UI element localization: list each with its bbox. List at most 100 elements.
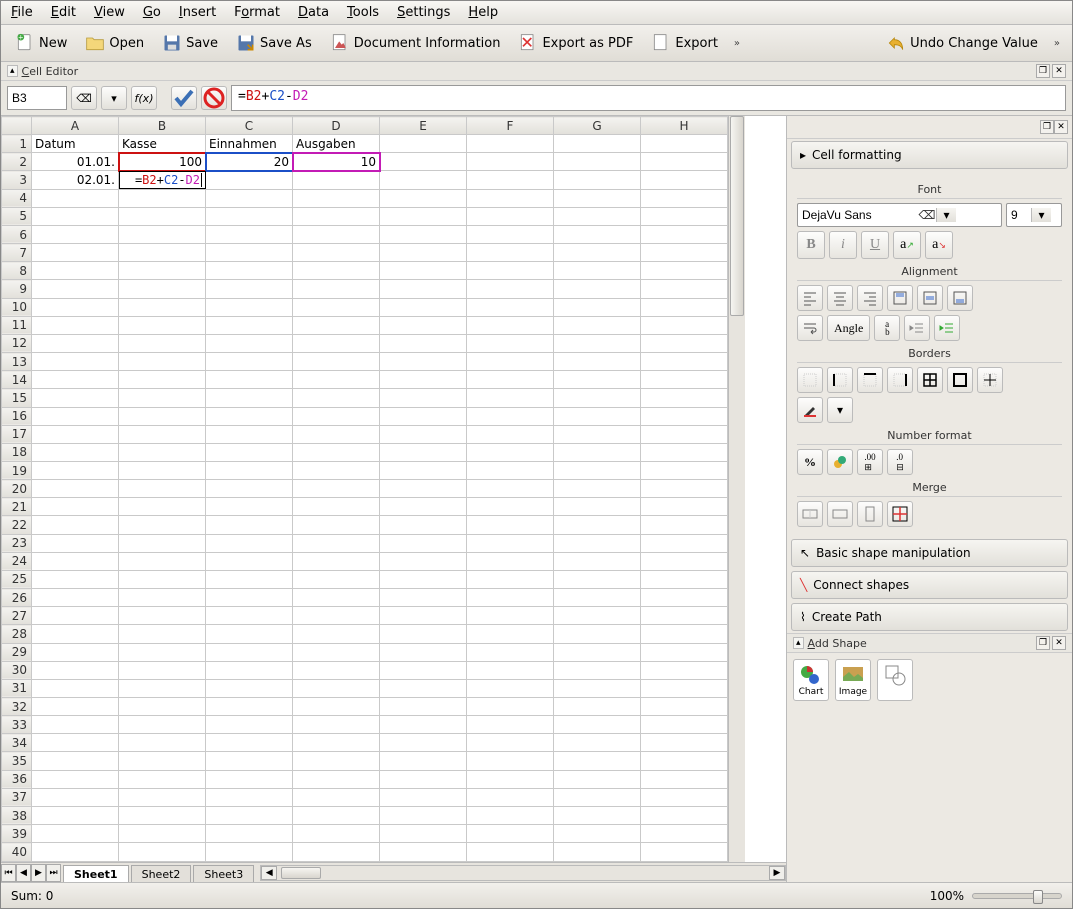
italic-button[interactable]: i (829, 231, 857, 259)
cell-D3[interactable] (293, 171, 380, 189)
cellref-dropdown-button[interactable]: ▾ (101, 86, 127, 110)
col-header-C[interactable]: C (206, 117, 293, 135)
row-header-7[interactable]: 7 (2, 244, 32, 262)
border-all-button[interactable] (917, 367, 943, 393)
cell-F29[interactable] (467, 643, 554, 661)
sidebar-close-icon[interactable]: ✕ (1054, 120, 1068, 134)
col-header-G[interactable]: G (554, 117, 641, 135)
cell-F10[interactable] (467, 298, 554, 316)
cell-C39[interactable] (206, 825, 293, 843)
cell-B30[interactable] (119, 661, 206, 679)
cell-F32[interactable] (467, 698, 554, 716)
cell-A11[interactable] (32, 316, 119, 334)
cell-H25[interactable] (641, 570, 728, 588)
cell-E27[interactable] (380, 607, 467, 625)
row-header-5[interactable]: 5 (2, 207, 32, 225)
cell-E13[interactable] (380, 353, 467, 371)
sheet-tab-sheet1[interactable]: Sheet1 (63, 865, 129, 883)
cell-B38[interactable] (119, 806, 206, 824)
cell-H28[interactable] (641, 625, 728, 643)
save-button[interactable]: Save (156, 29, 224, 57)
cell-H22[interactable] (641, 516, 728, 534)
sidebar-restore-icon[interactable]: ❐ (1040, 120, 1054, 134)
cell-E22[interactable] (380, 516, 467, 534)
col-header-E[interactable]: E (380, 117, 467, 135)
cell-A31[interactable] (32, 679, 119, 697)
cell-G37[interactable] (554, 788, 641, 806)
cell-A4[interactable] (32, 189, 119, 207)
cell-B6[interactable] (119, 225, 206, 243)
indent-increase-button[interactable] (934, 315, 960, 341)
cell-F33[interactable] (467, 716, 554, 734)
cell-G21[interactable] (554, 498, 641, 516)
border-none-button[interactable] (797, 367, 823, 393)
addshape-restore-icon[interactable]: ❐ (1036, 636, 1050, 650)
cell-A26[interactable] (32, 589, 119, 607)
font-shrink-button[interactable]: a↘ (925, 231, 953, 259)
cell-H23[interactable] (641, 534, 728, 552)
accept-formula-button[interactable] (171, 86, 197, 110)
cell-G24[interactable] (554, 552, 641, 570)
cell-B21[interactable] (119, 498, 206, 516)
cell-C37[interactable] (206, 788, 293, 806)
row-header-20[interactable]: 20 (2, 480, 32, 498)
cell-F4[interactable] (467, 189, 554, 207)
cell-G23[interactable] (554, 534, 641, 552)
cell-C7[interactable] (206, 244, 293, 262)
cell-E24[interactable] (380, 552, 467, 570)
cell-H29[interactable] (641, 643, 728, 661)
cell-C26[interactable] (206, 589, 293, 607)
cell-D26[interactable] (293, 589, 380, 607)
cell-H37[interactable] (641, 788, 728, 806)
cell-D39[interactable] (293, 825, 380, 843)
font-family-combo[interactable]: ⌫ ▾ (797, 203, 1002, 227)
row-header-6[interactable]: 6 (2, 225, 32, 243)
cell-D8[interactable] (293, 262, 380, 280)
cell-G40[interactable] (554, 843, 641, 862)
cell-D40[interactable] (293, 843, 380, 862)
col-header-B[interactable]: B (119, 117, 206, 135)
row-header-35[interactable]: 35 (2, 752, 32, 770)
cell-H30[interactable] (641, 661, 728, 679)
cell-A37[interactable] (32, 788, 119, 806)
cell-H20[interactable] (641, 480, 728, 498)
cell-B3[interactable]: =B2+C2-D2 (119, 171, 206, 189)
cell-B29[interactable] (119, 643, 206, 661)
font-size-dropdown-icon[interactable]: ▾ (1031, 208, 1051, 222)
cell-D35[interactable] (293, 752, 380, 770)
font-size-input[interactable] (1007, 206, 1031, 224)
cell-E33[interactable] (380, 716, 467, 734)
cell-F14[interactable] (467, 371, 554, 389)
add-image-button[interactable]: Image (835, 659, 871, 701)
undo-button[interactable]: Undo Change Value (880, 29, 1044, 57)
cell-F22[interactable] (467, 516, 554, 534)
cell-F39[interactable] (467, 825, 554, 843)
cell-B16[interactable] (119, 407, 206, 425)
underline-button[interactable]: U (861, 231, 889, 259)
cell-E39[interactable] (380, 825, 467, 843)
cell-H3[interactable] (641, 171, 728, 189)
cell-D28[interactable] (293, 625, 380, 643)
cell-A22[interactable] (32, 516, 119, 534)
cell-E6[interactable] (380, 225, 467, 243)
menu-edit[interactable]: Edit (51, 5, 76, 20)
cell-C22[interactable] (206, 516, 293, 534)
cell-E18[interactable] (380, 443, 467, 461)
row-header-19[interactable]: 19 (2, 461, 32, 479)
cell-A38[interactable] (32, 806, 119, 824)
cell-D24[interactable] (293, 552, 380, 570)
cell-G36[interactable] (554, 770, 641, 788)
menu-tools[interactable]: Tools (347, 5, 379, 20)
cell-G18[interactable] (554, 443, 641, 461)
cell-F8[interactable] (467, 262, 554, 280)
merge-vertical-button[interactable] (857, 501, 883, 527)
cell-A14[interactable] (32, 371, 119, 389)
cell-G17[interactable] (554, 425, 641, 443)
cell-D6[interactable] (293, 225, 380, 243)
cell-E4[interactable] (380, 189, 467, 207)
formula-input[interactable]: =B2+C2-D2 (231, 85, 1066, 111)
cell-B1[interactable]: Kasse (119, 135, 206, 153)
align-top-button[interactable] (887, 285, 913, 311)
cell-F11[interactable] (467, 316, 554, 334)
cell-F18[interactable] (467, 443, 554, 461)
